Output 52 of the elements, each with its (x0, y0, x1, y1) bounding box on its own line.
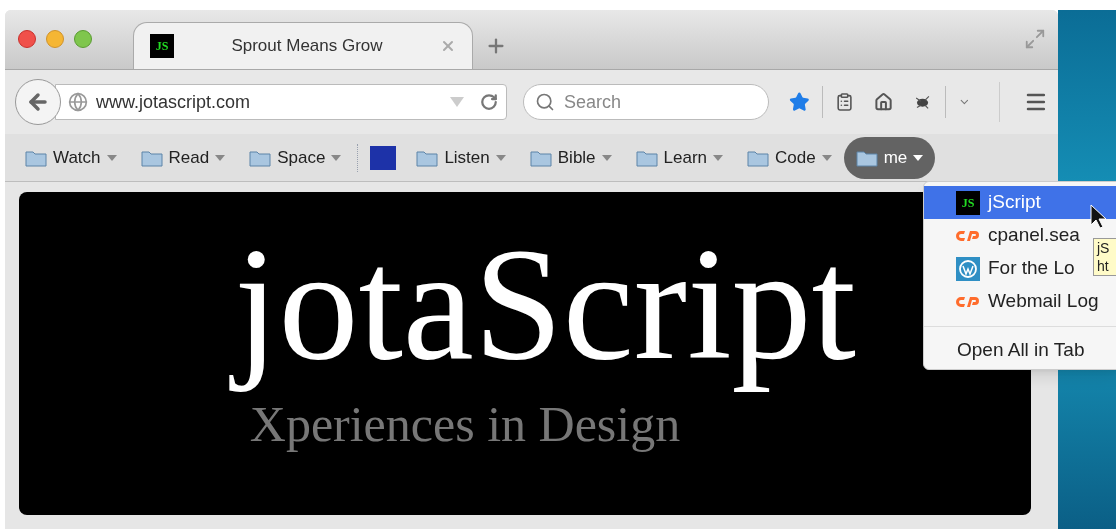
bookmark-folder[interactable]: Read (128, 136, 238, 179)
tooltip-text: jS (1097, 239, 1111, 257)
tab-title: Sprout Means Grow (230, 35, 384, 58)
site-favicon-icon[interactable] (370, 145, 397, 170)
url-text: www.jotascript.com (96, 90, 252, 114)
reload-icon[interactable] (480, 93, 498, 111)
back-button[interactable] (15, 79, 61, 125)
close-window-button[interactable] (18, 30, 36, 48)
browser-tab[interactable]: JS Sprout Means Grow (133, 22, 473, 69)
bookmark-folder[interactable]: Listen (404, 136, 518, 179)
folder-icon (635, 148, 658, 167)
caret-icon (601, 154, 612, 161)
folder-icon (529, 148, 552, 167)
folder-icon (140, 148, 163, 167)
fullscreen-icon[interactable] (1024, 28, 1046, 50)
search-icon (535, 92, 555, 112)
bookmark-folder[interactable]: Bible (517, 136, 624, 179)
caret-icon (495, 154, 506, 161)
tooltip-text: ht (1097, 257, 1110, 275)
js-logo-icon: JS (150, 34, 174, 58)
bookmark-folder[interactable]: me (843, 136, 936, 179)
folder-icon (747, 148, 770, 167)
address-bar[interactable]: www.jotascript.com (55, 84, 507, 120)
menu-item[interactable]: For the Lo (924, 252, 1079, 285)
banner-subtitle: Xperiences in Design (249, 396, 681, 454)
close-tab-icon[interactable] (440, 38, 456, 54)
menu-item[interactable]: cpanel.sea (924, 219, 1084, 252)
js-logo-icon: JS (956, 190, 980, 215)
bookmark-folder[interactable]: Watch (13, 136, 129, 179)
caret-icon (331, 154, 342, 161)
search-field[interactable]: Search (523, 84, 769, 120)
globe-icon (68, 92, 88, 112)
caret-icon (713, 154, 724, 161)
bookmark-folder[interactable]: Code (735, 136, 844, 179)
menu-item[interactable]: Webmail Log (924, 285, 1103, 318)
caret-icon (913, 154, 924, 161)
folder-icon (249, 148, 272, 167)
bookmarks-list-icon[interactable] (834, 90, 854, 114)
bookmark-folder[interactable]: Learn (623, 136, 736, 179)
caret-icon (106, 154, 117, 161)
minimize-window-button[interactable] (46, 30, 64, 48)
wordpress-logo-icon (956, 256, 980, 281)
folder-icon (855, 148, 878, 167)
caret-icon (821, 154, 832, 161)
caret-icon (215, 154, 226, 161)
bookmark-folder[interactable]: Space (237, 136, 354, 179)
open-all-in-tabs-item[interactable]: Open All in Tab (924, 335, 1116, 365)
menu-item[interactable]: JS jScript (924, 186, 1116, 219)
folder-icon (416, 148, 439, 167)
folder-icon (25, 148, 47, 167)
mouse-cursor-icon (1090, 204, 1108, 230)
zoom-window-button[interactable] (74, 30, 92, 48)
